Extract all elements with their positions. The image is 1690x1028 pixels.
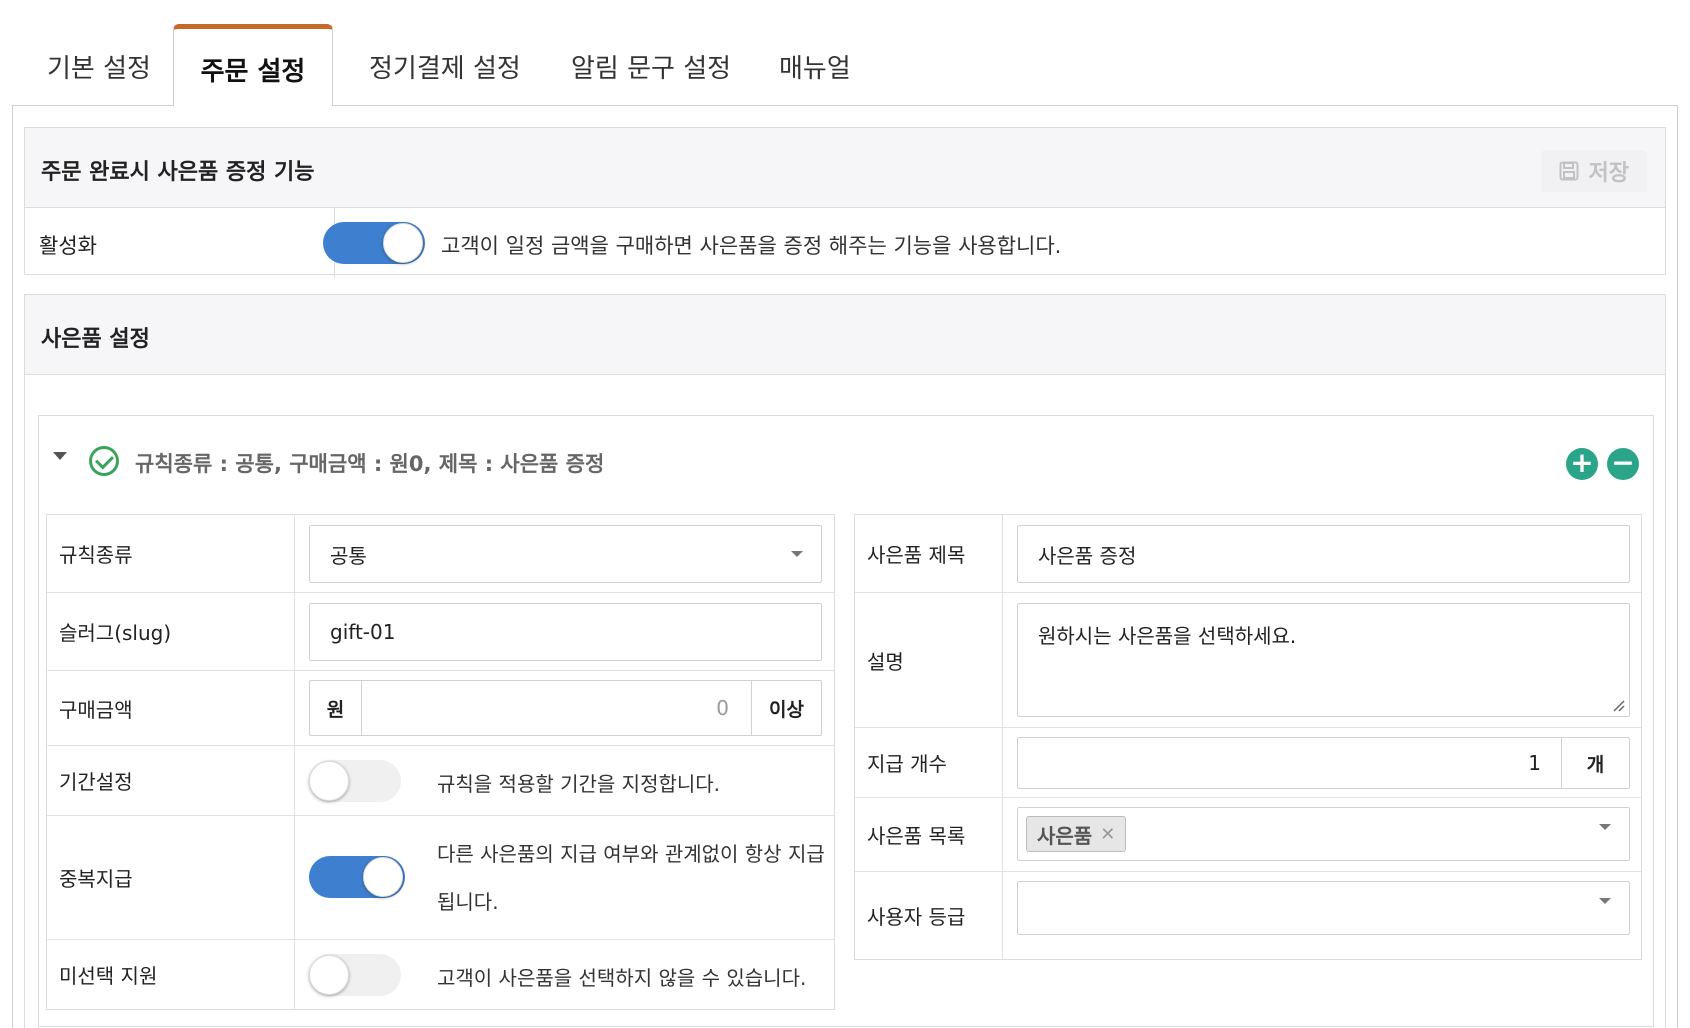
duplicate-grant-toggle[interactable] bbox=[309, 856, 405, 898]
activate-description: 고객이 일정 금액을 구매하면 사은품을 증정 해주는 기능을 사용합니다. bbox=[441, 234, 1062, 258]
rule-header[interactable]: 규칙종류 : 공통, 구매금액 : 원0, 제목 : 사은품 증정 + − bbox=[39, 416, 1653, 506]
description-textarea[interactable]: 원하시는 사은품을 선택하세요. bbox=[1017, 603, 1630, 717]
collapse-caret-icon[interactable] bbox=[53, 452, 67, 460]
unselected-support-label: 미선택 지원 bbox=[47, 940, 295, 1009]
unselected-support-row: 미선택 지원 고객이 사은품을 선택하지 않을 수 있습니다. bbox=[47, 940, 834, 1009]
rule-summary: 규칙종류 : 공통, 구매금액 : 원0, 제목 : 사은품 증정 bbox=[135, 452, 605, 476]
gift-title-row: 사은품 제목 사은품 증정 bbox=[855, 515, 1641, 593]
remove-rule-button[interactable]: − bbox=[1607, 448, 1639, 480]
chevron-down-icon bbox=[791, 551, 803, 557]
count-suffix: 개 bbox=[1561, 738, 1629, 788]
gift-title-input[interactable]: 사은품 증정 bbox=[1017, 525, 1630, 583]
save-button[interactable]: 저장 bbox=[1540, 150, 1647, 192]
gift-tag: 사은품 ✕ bbox=[1026, 816, 1127, 852]
currency-prefix: 원 bbox=[310, 681, 362, 735]
unselected-support-toggle[interactable] bbox=[309, 954, 401, 996]
description-text: 원하시는 사은품을 선택하세요. bbox=[1038, 624, 1297, 648]
toggle-knob bbox=[309, 761, 349, 801]
add-rule-button[interactable]: + bbox=[1566, 448, 1598, 480]
slug-input[interactable]: gift-01 bbox=[309, 603, 822, 661]
chevron-down-icon bbox=[1599, 898, 1611, 904]
period-description: 규칙을 적용할 기간을 지정합니다. bbox=[437, 772, 721, 796]
purchase-amount-group: 원 0 이상 bbox=[309, 680, 822, 736]
grant-count-row: 지급 개수 1 개 bbox=[855, 728, 1641, 798]
panel-title: 주문 완료시 사은품 증정 기능 bbox=[41, 160, 315, 185]
slug-label: 슬러그(slug) bbox=[47, 593, 295, 670]
duplicate-grant-description-2: 됩니다. bbox=[437, 890, 499, 914]
user-grade-row: 사용자 등급 bbox=[855, 872, 1641, 959]
toggle-knob bbox=[363, 857, 403, 897]
activate-toggle[interactable] bbox=[323, 222, 425, 264]
gift-settings-header: 사은품 설정 bbox=[25, 295, 1665, 375]
grant-count-input[interactable]: 1 bbox=[1018, 738, 1561, 788]
purchase-amount-row: 구매금액 원 0 이상 bbox=[47, 671, 834, 746]
period-toggle[interactable] bbox=[309, 760, 401, 802]
period-label: 기간설정 bbox=[47, 746, 295, 815]
tab-order-settings[interactable]: 주문 설정 bbox=[173, 24, 333, 106]
gift-title-label: 사은품 제목 bbox=[855, 515, 1003, 592]
rule-type-row: 규칙종류 공통 bbox=[47, 515, 834, 593]
slug-row: 슬러그(slug) gift-01 bbox=[47, 593, 834, 671]
tab-subscription-settings[interactable]: 정기결제 설정 bbox=[369, 48, 521, 85]
check-circle-icon bbox=[89, 446, 119, 476]
gift-list-label: 사은품 목록 bbox=[855, 798, 1003, 871]
gift-feature-panel: 주문 완료시 사은품 증정 기능 저장 활성화 고객이 일정 금액을 구매하면 … bbox=[24, 127, 1666, 278]
gift-feature-header: 주문 완료시 사은품 증정 기능 저장 bbox=[25, 128, 1665, 208]
settings-tabs: 기본 설정 주문 설정 정기결제 설정 알림 문구 설정 매뉴얼 bbox=[0, 24, 1690, 106]
duplicate-grant-label: 중복지급 bbox=[47, 816, 295, 939]
tab-notification-text-settings[interactable]: 알림 문구 설정 bbox=[571, 48, 731, 85]
toggle-knob bbox=[383, 223, 423, 263]
toggle-knob bbox=[309, 955, 349, 995]
activate-row: 활성화 고객이 일정 금액을 구매하면 사은품을 증정 해주는 기능을 사용합니… bbox=[25, 208, 1665, 278]
rule-type-value: 공통 bbox=[330, 543, 367, 568]
amount-suffix: 이상 bbox=[751, 681, 821, 735]
purchase-amount-label: 구매금액 bbox=[47, 671, 295, 745]
rule-type-label: 규칙종류 bbox=[47, 515, 295, 592]
remove-tag-icon[interactable]: ✕ bbox=[1100, 824, 1115, 845]
rule-left-table: 규칙종류 공통 슬러그(slug) gift-01 구매금액 원 0 이상 기간… bbox=[46, 514, 835, 1010]
description-row: 설명 원하시는 사은품을 선택하세요. bbox=[855, 593, 1641, 728]
user-grade-select[interactable] bbox=[1017, 881, 1630, 935]
gift-list-select[interactable]: 사은품 ✕ bbox=[1017, 807, 1630, 861]
period-row: 기간설정 규칙을 적용할 기간을 지정합니다. bbox=[47, 746, 834, 816]
description-label: 설명 bbox=[855, 593, 1003, 727]
purchase-amount-input[interactable]: 0 bbox=[362, 681, 751, 735]
tab-basic-settings[interactable]: 기본 설정 bbox=[47, 48, 151, 85]
activate-label: 활성화 bbox=[25, 208, 335, 278]
duplicate-grant-row: 중복지급 다른 사은품의 지급 여부와 관계없이 항상 지급 됩니다. bbox=[47, 816, 834, 940]
tab-manual[interactable]: 매뉴얼 bbox=[779, 48, 851, 85]
grant-count-group: 1 개 bbox=[1017, 737, 1630, 789]
gift-rule-card: 규칙종류 : 공통, 구매금액 : 원0, 제목 : 사은품 증정 + − 규칙… bbox=[38, 415, 1654, 1027]
unselected-support-description: 고객이 사은품을 선택하지 않을 수 있습니다. bbox=[437, 966, 807, 990]
save-label: 저장 bbox=[1588, 161, 1629, 186]
panel-title: 사은품 설정 bbox=[41, 327, 150, 352]
floppy-disk-icon bbox=[1559, 161, 1579, 181]
duplicate-grant-description-1: 다른 사은품의 지급 여부와 관계없이 항상 지급 bbox=[437, 842, 825, 866]
gift-tag-label: 사은품 bbox=[1037, 823, 1093, 848]
resize-handle-icon[interactable] bbox=[1611, 698, 1625, 712]
grant-count-label: 지급 개수 bbox=[855, 728, 1003, 797]
user-grade-label: 사용자 등급 bbox=[855, 872, 1003, 959]
rule-right-table: 사은품 제목 사은품 증정 설명 원하시는 사은품을 선택하세요. 지급 개수 … bbox=[854, 514, 1642, 960]
chevron-down-icon bbox=[1599, 824, 1611, 830]
gift-list-row: 사은품 목록 사은품 ✕ bbox=[855, 798, 1641, 872]
rule-type-select[interactable]: 공통 bbox=[309, 525, 822, 583]
